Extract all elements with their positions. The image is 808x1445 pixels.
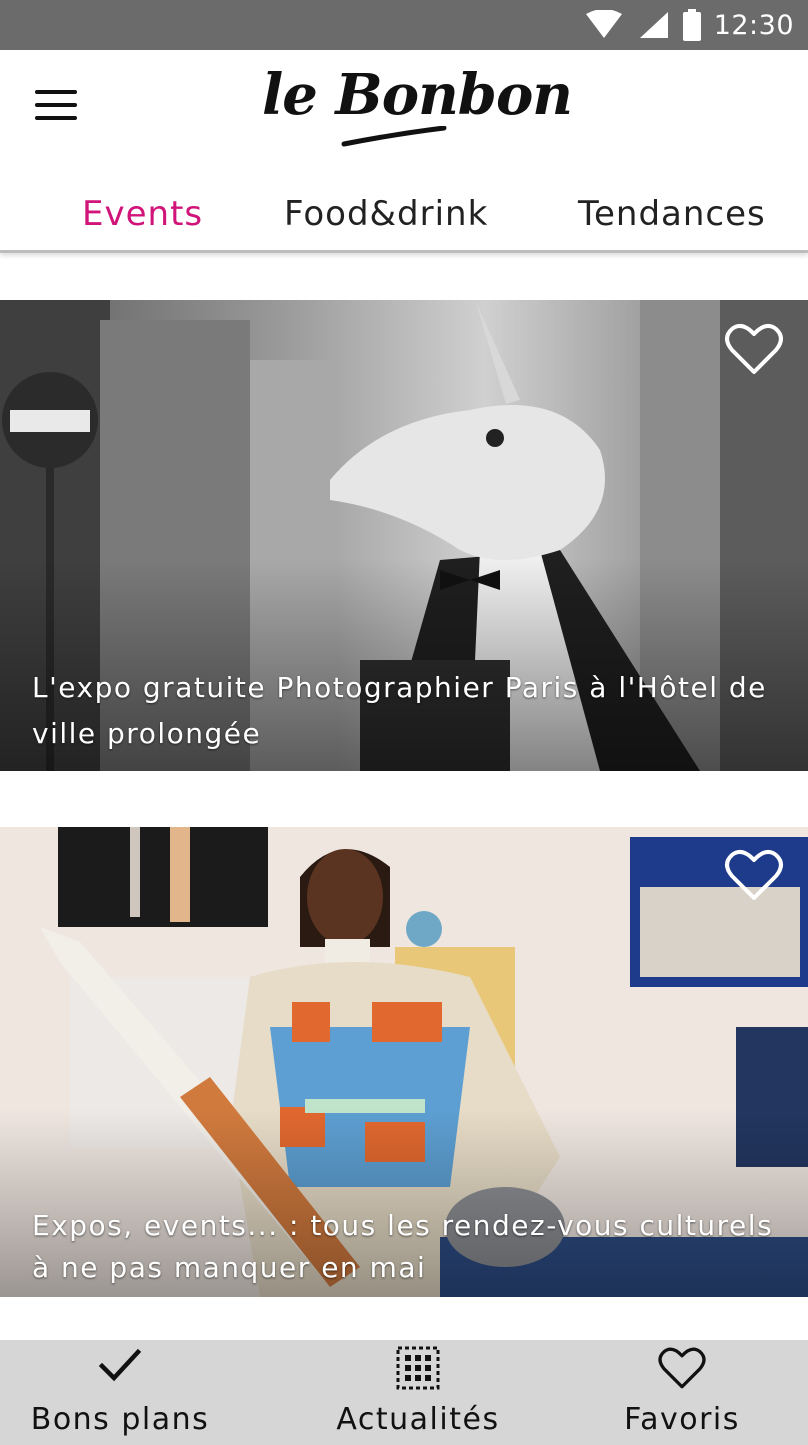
bottom-navigation: Bons plans Actualités Favoris xyxy=(0,1340,808,1445)
heart-icon[interactable] xyxy=(724,322,784,376)
app-header: le Bonbon xyxy=(0,50,808,170)
article-card[interactable]: L'expo gratuite Photographier Paris à l'… xyxy=(0,300,808,771)
tab-events[interactable]: Events xyxy=(82,194,203,234)
nav-label: Actualités xyxy=(336,1402,500,1437)
status-icons: 12:30 xyxy=(584,8,794,42)
article-card[interactable]: Expos, events... : tous les rendez-vous … xyxy=(0,827,808,1297)
nav-label: Bons plans xyxy=(30,1402,210,1437)
signal-icon xyxy=(639,12,668,38)
battery-icon xyxy=(682,9,701,41)
heart-icon[interactable] xyxy=(724,848,784,902)
nav-bons-plans[interactable]: Bons plans xyxy=(20,1340,220,1445)
article-title: L'expo gratuite Photographier Paris à l'… xyxy=(32,671,767,750)
wifi-icon xyxy=(585,10,622,38)
menu-icon[interactable] xyxy=(30,90,82,134)
category-tabs: Events Food&drink Tendances xyxy=(0,170,808,253)
logo-underline xyxy=(341,126,447,147)
tab-food-drink[interactable]: Food&drink xyxy=(284,194,488,234)
nav-actualites[interactable]: Actualités xyxy=(318,1340,518,1445)
status-bar: 12:30 xyxy=(0,0,808,50)
status-time: 12:30 xyxy=(713,9,794,41)
nav-label: Favoris xyxy=(624,1402,740,1437)
article-title: Expos, events... : tous les rendez-vous … xyxy=(32,1209,774,1284)
tab-tendances[interactable]: Tendances xyxy=(578,194,766,234)
check-icon xyxy=(98,1348,142,1382)
logo-text: le Bonbon xyxy=(262,62,573,128)
grid-icon xyxy=(396,1346,440,1390)
heart-icon xyxy=(658,1347,706,1389)
nav-favoris[interactable]: Favoris xyxy=(592,1340,772,1445)
